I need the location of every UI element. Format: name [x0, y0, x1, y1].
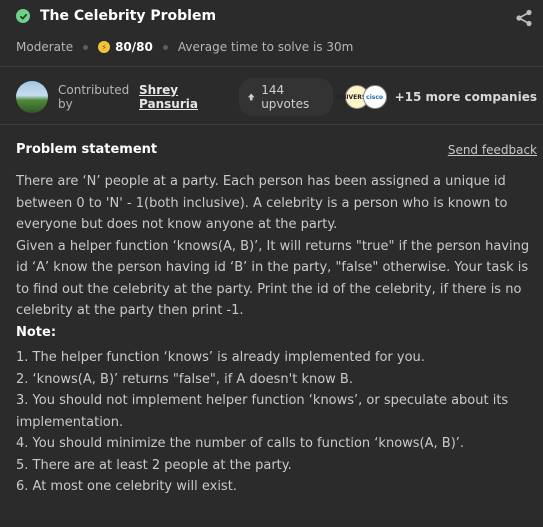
problem-statement-heading: Problem statement — [16, 142, 158, 157]
contributor-name-link[interactable]: Shrey Pansuria — [139, 83, 227, 111]
list-item: 6. At most one celebrity will exist. — [16, 479, 237, 494]
separator-dot — [162, 44, 168, 50]
avatar — [16, 81, 48, 113]
coin-icon: ⚡ — [98, 41, 111, 53]
contributed-by-label: Contributed by — [58, 83, 130, 111]
company-logos[interactable]: UNIVERSITY cisco — [336, 85, 387, 109]
contributor-row: Contributed by Shrey Pansuria 144 upvote… — [16, 78, 537, 116]
list-item: 1. The helper function ‘knows’ is alread… — [16, 350, 425, 365]
more-companies-link[interactable]: +15 more companies — [395, 90, 537, 104]
solved-check-icon — [16, 9, 30, 23]
company-logo: cisco — [362, 85, 387, 109]
problem-panel: The Celebrity Problem Moderate ⚡ 80/80 A… — [0, 0, 543, 527]
share-icon[interactable] — [515, 9, 533, 27]
problem-body: There are ‘N’ people at a party. Each pe… — [16, 171, 536, 498]
problem-paragraph: There are ‘N’ people at a party. Each pe… — [16, 174, 508, 232]
send-feedback-link[interactable]: Send feedback — [448, 143, 537, 157]
problem-paragraph: Given a helper function ‘knows(A, B)’, I… — [16, 238, 530, 319]
arrow-up-icon — [247, 93, 255, 101]
problem-title: The Celebrity Problem — [40, 8, 217, 24]
meta-row: Moderate ⚡ 80/80 Average time to solve i… — [16, 40, 353, 54]
score-value: 80/80 — [115, 40, 153, 54]
difficulty-label: Moderate — [16, 40, 74, 54]
avg-time-text: Average time to solve is 30m — [177, 40, 354, 54]
list-item: 3. You should not implement helper funct… — [16, 393, 509, 430]
upvote-button[interactable]: 144 upvotes — [238, 78, 333, 116]
upvote-count: 144 upvotes — [261, 83, 310, 111]
notes-list: 1. The helper function ‘knows’ is alread… — [16, 347, 536, 498]
title-row: The Celebrity Problem — [16, 8, 216, 24]
divider — [0, 66, 543, 67]
note-label: Note: — [16, 324, 57, 340]
problem-statement-header: Problem statement Send feedback — [16, 142, 537, 157]
divider — [0, 124, 543, 125]
list-item: 5. There are at least 2 people at the pa… — [16, 457, 292, 473]
list-item: 2. ‘knows(A, B)’ returns "false", if A d… — [16, 371, 353, 387]
separator-dot — [83, 44, 89, 50]
list-item: 4. You should minimize the number of cal… — [16, 436, 465, 451]
